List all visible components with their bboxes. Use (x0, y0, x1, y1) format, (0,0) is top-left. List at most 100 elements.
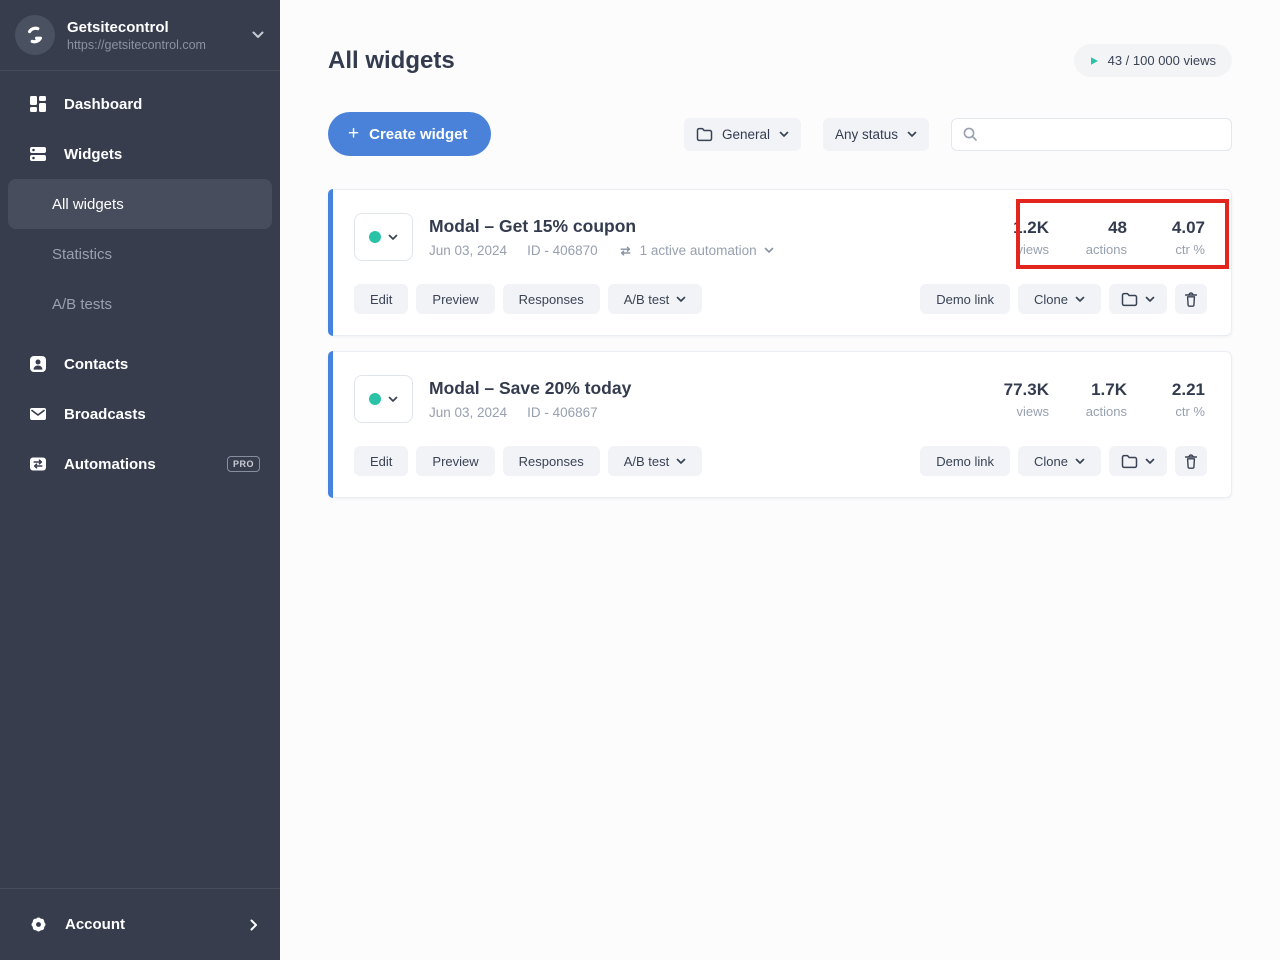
move-to-folder-dropdown[interactable] (1109, 446, 1167, 476)
card-accent-bar (328, 351, 333, 498)
card-accent-bar (328, 189, 333, 336)
trash-icon (1183, 453, 1199, 470)
plus-icon: + (348, 124, 359, 143)
widget-card: Modal – Get 15% coupon Jun 03, 2024 ID -… (328, 189, 1232, 336)
chevron-down-icon (764, 247, 774, 254)
responses-button[interactable]: Responses (503, 446, 600, 476)
sidebar-item-ab-tests[interactable]: A/B tests (0, 279, 280, 329)
chevron-down-icon (676, 296, 686, 303)
widget-automation-label: 1 active automation (640, 243, 757, 258)
demo-link-button[interactable]: Demo link (920, 284, 1010, 314)
widget-status-dropdown[interactable] (354, 213, 413, 261)
chevron-down-icon (388, 234, 398, 241)
responses-label: Responses (519, 454, 584, 469)
brand-logo-icon (15, 15, 55, 55)
sidebar-item-broadcasts[interactable]: Broadcasts (0, 389, 280, 439)
nav-spacer (0, 329, 280, 339)
preview-label: Preview (432, 292, 478, 307)
sidebar-item-automations[interactable]: Automations PRO (0, 439, 280, 489)
stat-views-value: 1.2K (997, 218, 1049, 238)
stat-ctr-value: 4.07 (1153, 218, 1205, 238)
play-icon (1090, 56, 1099, 66)
sidebar-item-label: Account (65, 916, 125, 933)
brand-url: https://getsitecontrol.com (67, 38, 206, 52)
ab-test-label: A/B test (624, 454, 670, 469)
preview-button[interactable]: Preview (416, 284, 494, 314)
sidebar-item-label: All widgets (52, 196, 124, 213)
automation-loop-icon (618, 245, 633, 257)
widget-title: Modal – Save 20% today (429, 378, 631, 399)
stat-views-value: 77.3K (997, 380, 1049, 400)
demo-link-button[interactable]: Demo link (920, 446, 1010, 476)
folder-icon (1121, 454, 1138, 469)
brand-name: Getsitecontrol (67, 19, 206, 36)
views-usage-badge[interactable]: 43 / 100 000 views (1074, 44, 1232, 77)
demo-link-label: Demo link (936, 454, 994, 469)
responses-button[interactable]: Responses (503, 284, 600, 314)
folder-icon (696, 127, 713, 142)
stat-ctr-label: ctr % (1153, 242, 1205, 257)
sidebar-item-contacts[interactable]: Contacts (0, 339, 280, 389)
status-filter-label: Any status (835, 127, 898, 142)
sidebar-item-account[interactable]: Account (0, 888, 280, 960)
chevron-down-icon (388, 396, 398, 403)
status-active-dot-icon (369, 393, 381, 405)
chevron-down-icon (1145, 458, 1155, 465)
stat-views-label: views (997, 242, 1049, 257)
status-filter-dropdown[interactable]: Any status (823, 118, 929, 151)
sidebar: Getsitecontrol https://getsitecontrol.co… (0, 0, 280, 960)
toolbar: + Create widget General Any status (328, 112, 1232, 156)
gear-icon (29, 915, 48, 934)
widget-automation-dropdown[interactable]: 1 active automation (618, 243, 774, 258)
site-switcher[interactable]: Getsitecontrol https://getsitecontrol.co… (0, 0, 280, 71)
status-active-dot-icon (369, 231, 381, 243)
folder-icon (1121, 292, 1138, 307)
page-header: All widgets 43 / 100 000 views (328, 44, 1232, 77)
preview-button[interactable]: Preview (416, 446, 494, 476)
create-widget-button[interactable]: + Create widget (328, 112, 491, 156)
demo-link-label: Demo link (936, 292, 994, 307)
chevron-down-icon (252, 31, 264, 39)
main-content: All widgets 43 / 100 000 views + Create … (280, 0, 1280, 960)
widget-stats: 1.2K views 48 actions 4.07 ctr % (997, 218, 1207, 257)
sidebar-item-label: Automations (64, 456, 156, 473)
widget-status-dropdown[interactable] (354, 375, 413, 423)
delete-button[interactable] (1175, 284, 1207, 314)
folder-filter-dropdown[interactable]: General (684, 118, 801, 151)
pro-badge: PRO (227, 456, 260, 472)
move-to-folder-dropdown[interactable] (1109, 284, 1167, 314)
sidebar-item-widgets[interactable]: Widgets (0, 129, 280, 179)
stat-ctr-value: 2.21 (1153, 380, 1205, 400)
chevron-down-icon (1145, 296, 1155, 303)
widget-id: ID - 406867 (527, 405, 598, 420)
sidebar-item-label: Widgets (64, 146, 122, 163)
widget-date: Jun 03, 2024 (429, 405, 507, 420)
ab-test-dropdown[interactable]: A/B test (608, 446, 703, 476)
chevron-down-icon (1075, 296, 1085, 303)
widget-title: Modal – Get 15% coupon (429, 216, 774, 237)
search-input[interactable] (986, 126, 1221, 142)
sidebar-item-label: Dashboard (64, 96, 142, 113)
ab-test-label: A/B test (624, 292, 670, 307)
ab-test-dropdown[interactable]: A/B test (608, 284, 703, 314)
sidebar-item-dashboard[interactable]: Dashboard (0, 79, 280, 129)
widget-card: Modal – Save 20% today Jun 03, 2024 ID -… (328, 351, 1232, 498)
chevron-down-icon (676, 458, 686, 465)
trash-icon (1183, 291, 1199, 308)
edit-button[interactable]: Edit (354, 446, 408, 476)
sidebar-item-label: Contacts (64, 356, 128, 373)
sidebar-nav: Dashboard Widgets All widgets Statistics… (0, 71, 280, 888)
widget-date: Jun 03, 2024 (429, 243, 507, 258)
sidebar-item-statistics[interactable]: Statistics (0, 229, 280, 279)
clone-dropdown[interactable]: Clone (1018, 284, 1101, 314)
sidebar-item-label: Statistics (52, 246, 112, 263)
edit-button[interactable]: Edit (354, 284, 408, 314)
stat-actions-value: 1.7K (1075, 380, 1127, 400)
sidebar-item-all-widgets[interactable]: All widgets (8, 179, 272, 229)
widgets-icon (29, 145, 47, 163)
broadcasts-icon (29, 405, 47, 423)
clone-dropdown[interactable]: Clone (1018, 446, 1101, 476)
contacts-icon (29, 355, 47, 373)
stat-actions-label: actions (1075, 404, 1127, 419)
delete-button[interactable] (1175, 446, 1207, 476)
